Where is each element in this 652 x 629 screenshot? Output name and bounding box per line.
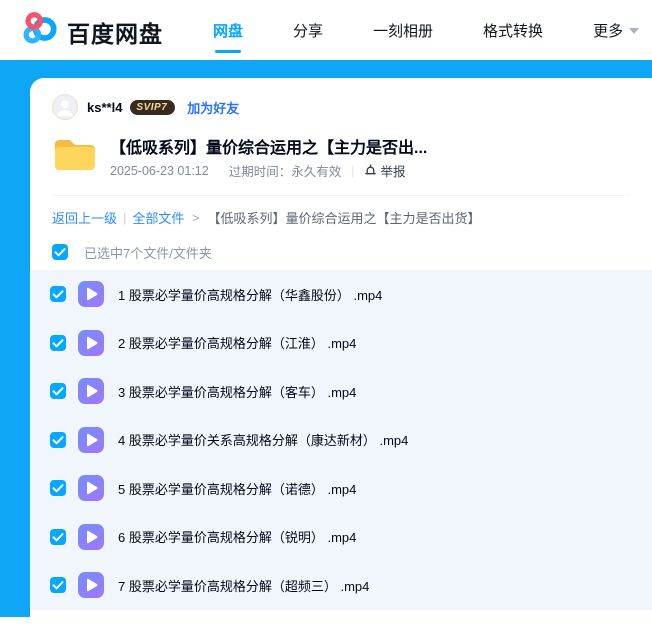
breadcrumb-arrow: >: [192, 211, 199, 225]
owner-avatar: [52, 94, 78, 120]
file-name-link[interactable]: 4 股票必学量价关系高规格分解（康达新材） .mp4: [118, 430, 408, 449]
select-all-checkbox[interactable]: [52, 244, 68, 260]
chevron-down-icon: [629, 28, 639, 34]
file-row[interactable]: 3 股票必学量价高规格分解（客车） .mp4: [30, 367, 652, 416]
breadcrumb-current-folder: 【低吸系列】量价综合运用之【主力是否出货】: [207, 208, 480, 227]
folder-icon: [52, 134, 98, 179]
logo-text: 百度网盘: [67, 15, 163, 49]
file-name-link[interactable]: 6 股票必学量价高规格分解（锐明） .mp4: [118, 527, 356, 546]
breadcrumb-separator: |: [123, 210, 126, 225]
breadcrumb: 返回上一级 | 全部文件 > 【低吸系列】量价综合运用之【主力是否出货】: [52, 208, 480, 227]
nav-tab-moment-album[interactable]: 一刻相册: [373, 20, 433, 41]
file-checkbox[interactable]: [50, 577, 66, 593]
file-list: 1 股票必学量价高规格分解（华鑫股份） .mp4 2 股票必学量价高规格分解（江…: [30, 270, 652, 610]
file-name-link[interactable]: 7 股票必学量价高规格分解（超频三） .mp4: [118, 576, 369, 595]
share-meta-row: 2025-06-23 01:12 过期时间：永久有效 | 举报: [110, 161, 405, 180]
file-row[interactable]: 7 股票必学量价高规格分解（超频三） .mp4: [30, 561, 652, 610]
share-owner-row: ks**l4 SVIP7 加为好友: [52, 94, 239, 120]
file-row[interactable]: 5 股票必学量价高规格分解（诺德） .mp4: [30, 464, 652, 513]
share-card: ks**l4 SVIP7 加为好友 【低吸系列】量价综合运用之【主力是否出...…: [30, 78, 652, 629]
share-info-section: 【低吸系列】量价综合运用之【主力是否出... 2025-06-23 01:12 …: [52, 130, 630, 196]
top-header: 百度网盘 网盘 分享 一刻相册 格式转换 更多: [0, 0, 652, 60]
share-date: 2025-06-23 01:12: [110, 164, 209, 178]
file-name-link[interactable]: 2 股票必学量价高规格分解（江淮） .mp4: [118, 333, 356, 352]
svip-badge: SVIP7: [130, 100, 175, 115]
baidu-netdisk-logo-icon: [20, 10, 58, 53]
meta-divider: |: [351, 164, 354, 178]
share-title: 【低吸系列】量价综合运用之【主力是否出...: [110, 134, 450, 158]
nav-tab-share[interactable]: 分享: [293, 20, 323, 41]
file-checkbox[interactable]: [50, 529, 66, 545]
file-row[interactable]: 6 股票必学量价高规格分解（锐明） .mp4: [30, 513, 652, 562]
file-row[interactable]: 2 股票必学量价高规格分解（江淮） .mp4: [30, 319, 652, 368]
report-label: 举报: [380, 161, 405, 180]
file-checkbox[interactable]: [50, 480, 66, 496]
selection-summary: 已选中7个文件/文件夹: [84, 243, 212, 262]
share-expire: 过期时间：永久有效: [229, 161, 342, 180]
file-checkbox[interactable]: [50, 335, 66, 351]
nav-tab-netdisk[interactable]: 网盘: [213, 20, 243, 41]
video-file-icon: [78, 572, 104, 598]
file-row[interactable]: 1 股票必学量价高规格分解（华鑫股份） .mp4: [30, 270, 652, 319]
selection-bar: 已选中7个文件/文件夹: [52, 241, 212, 263]
video-file-icon: [78, 475, 104, 501]
add-friend-link[interactable]: 加为好友: [187, 98, 239, 117]
file-checkbox[interactable]: [50, 286, 66, 302]
nav-tab-more[interactable]: 更多: [593, 20, 639, 41]
video-file-icon: [78, 427, 104, 453]
file-name-link[interactable]: 5 股票必学量价高规格分解（诺德） .mp4: [118, 479, 356, 498]
file-checkbox[interactable]: [50, 432, 66, 448]
owner-name: ks**l4: [87, 100, 122, 115]
report-button[interactable]: 举报: [364, 161, 405, 180]
file-checkbox[interactable]: [50, 383, 66, 399]
file-name-link[interactable]: 3 股票必学量价高规格分解（客车） .mp4: [118, 382, 356, 401]
baidu-netdisk-logo[interactable]: 百度网盘: [20, 10, 163, 53]
nav-tab-format-convert[interactable]: 格式转换: [483, 20, 543, 41]
breadcrumb-all-files-link[interactable]: 全部文件: [132, 208, 184, 227]
video-file-icon: [78, 524, 104, 550]
file-name-link[interactable]: 1 股票必学量价高规格分解（华鑫股份） .mp4: [118, 285, 382, 304]
video-file-icon: [78, 330, 104, 356]
breadcrumb-back-link[interactable]: 返回上一级: [52, 208, 117, 227]
file-row[interactable]: 4 股票必学量价关系高规格分解（康达新材） .mp4: [30, 416, 652, 465]
video-file-icon: [78, 281, 104, 307]
video-file-icon: [78, 378, 104, 404]
main-nav: 网盘 分享 一刻相册 格式转换 更多: [213, 0, 652, 60]
report-siren-icon: [364, 163, 377, 179]
